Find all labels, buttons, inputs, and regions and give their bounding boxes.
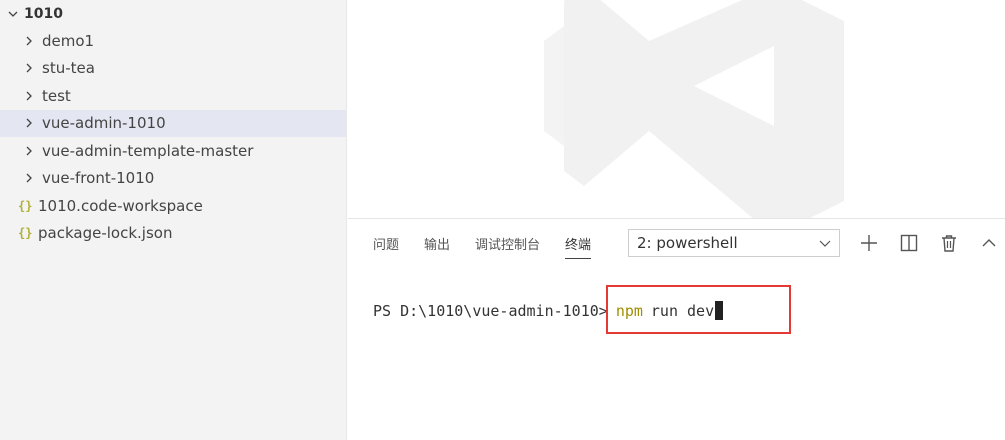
workspace-root-folder[interactable]: 1010 xyxy=(0,0,346,27)
tree-item-label: vue-front-1010 xyxy=(42,169,155,188)
tree-item-label: vue-admin-template-master xyxy=(42,141,254,160)
chevron-right-icon xyxy=(26,118,32,128)
panel-tabs: 问题 输出 调试控制台 终端 xyxy=(348,219,616,267)
command-highlight-box xyxy=(606,285,791,334)
tree-item-test[interactable]: test xyxy=(0,82,346,110)
terminal-prompt: PS D:\1010\vue-admin-1010> xyxy=(373,301,608,320)
tree-item-vue-front-1010[interactable]: vue-front-1010 xyxy=(0,165,346,193)
vscode-logo-watermark-icon xyxy=(544,0,844,218)
chevron-right-icon xyxy=(26,146,32,156)
bottom-panel: 问题 输出 调试控制台 终端 2: powershell PS D:\1010\… xyxy=(348,218,1005,440)
kill-terminal-button[interactable] xyxy=(936,230,962,256)
split-terminal-button[interactable] xyxy=(896,230,922,256)
chevron-right-icon xyxy=(26,36,32,46)
chevron-right-icon xyxy=(26,63,32,73)
tree-item-label: demo1 xyxy=(42,31,95,50)
tree-item-label: test xyxy=(42,86,71,105)
explorer-sidebar: 1010 demo1 stu-tea test vue-admin-1010 v… xyxy=(0,0,347,440)
plus-icon xyxy=(861,235,877,251)
editor-area xyxy=(348,0,1005,218)
new-terminal-button[interactable] xyxy=(856,230,882,256)
tree-item-package-lock[interactable]: {} package-lock.json xyxy=(0,220,346,248)
terminal-select[interactable]: 2: powershell xyxy=(628,229,840,257)
tree-item-label: stu-tea xyxy=(42,59,95,78)
maximize-panel-button[interactable] xyxy=(976,230,1002,256)
terminal-select-value: 2: powershell xyxy=(637,234,738,252)
tab-problems[interactable]: 问题 xyxy=(373,219,399,267)
tab-output[interactable]: 输出 xyxy=(424,219,450,267)
tree-item-stu-tea[interactable]: stu-tea xyxy=(0,55,346,83)
tree-item-vue-admin-1010[interactable]: vue-admin-1010 xyxy=(0,109,346,137)
chevron-right-icon xyxy=(26,173,32,183)
trash-icon xyxy=(942,235,956,252)
tab-debug-console[interactable]: 调试控制台 xyxy=(475,219,540,267)
tree-item-vue-admin-template-master[interactable]: vue-admin-template-master xyxy=(0,137,346,165)
tree-item-code-workspace[interactable]: {} 1010.code-workspace xyxy=(0,192,346,220)
json-file-icon: {} xyxy=(18,198,33,213)
split-icon xyxy=(900,234,918,252)
chevron-down-icon xyxy=(8,11,18,17)
tree-item-label: 1010.code-workspace xyxy=(38,196,203,215)
tree-item-label: package-lock.json xyxy=(38,224,173,243)
chevron-up-icon xyxy=(982,239,996,247)
chevron-down-icon xyxy=(819,240,831,247)
panel-actions xyxy=(856,230,1005,256)
tree-item-label: vue-admin-1010 xyxy=(42,114,166,133)
workspace-root-label: 1010 xyxy=(24,5,63,22)
json-file-icon: {} xyxy=(18,226,33,241)
chevron-right-icon xyxy=(26,91,32,101)
tab-terminal[interactable]: 终端 xyxy=(565,219,592,267)
tree-item-demo1[interactable]: demo1 xyxy=(0,27,346,55)
